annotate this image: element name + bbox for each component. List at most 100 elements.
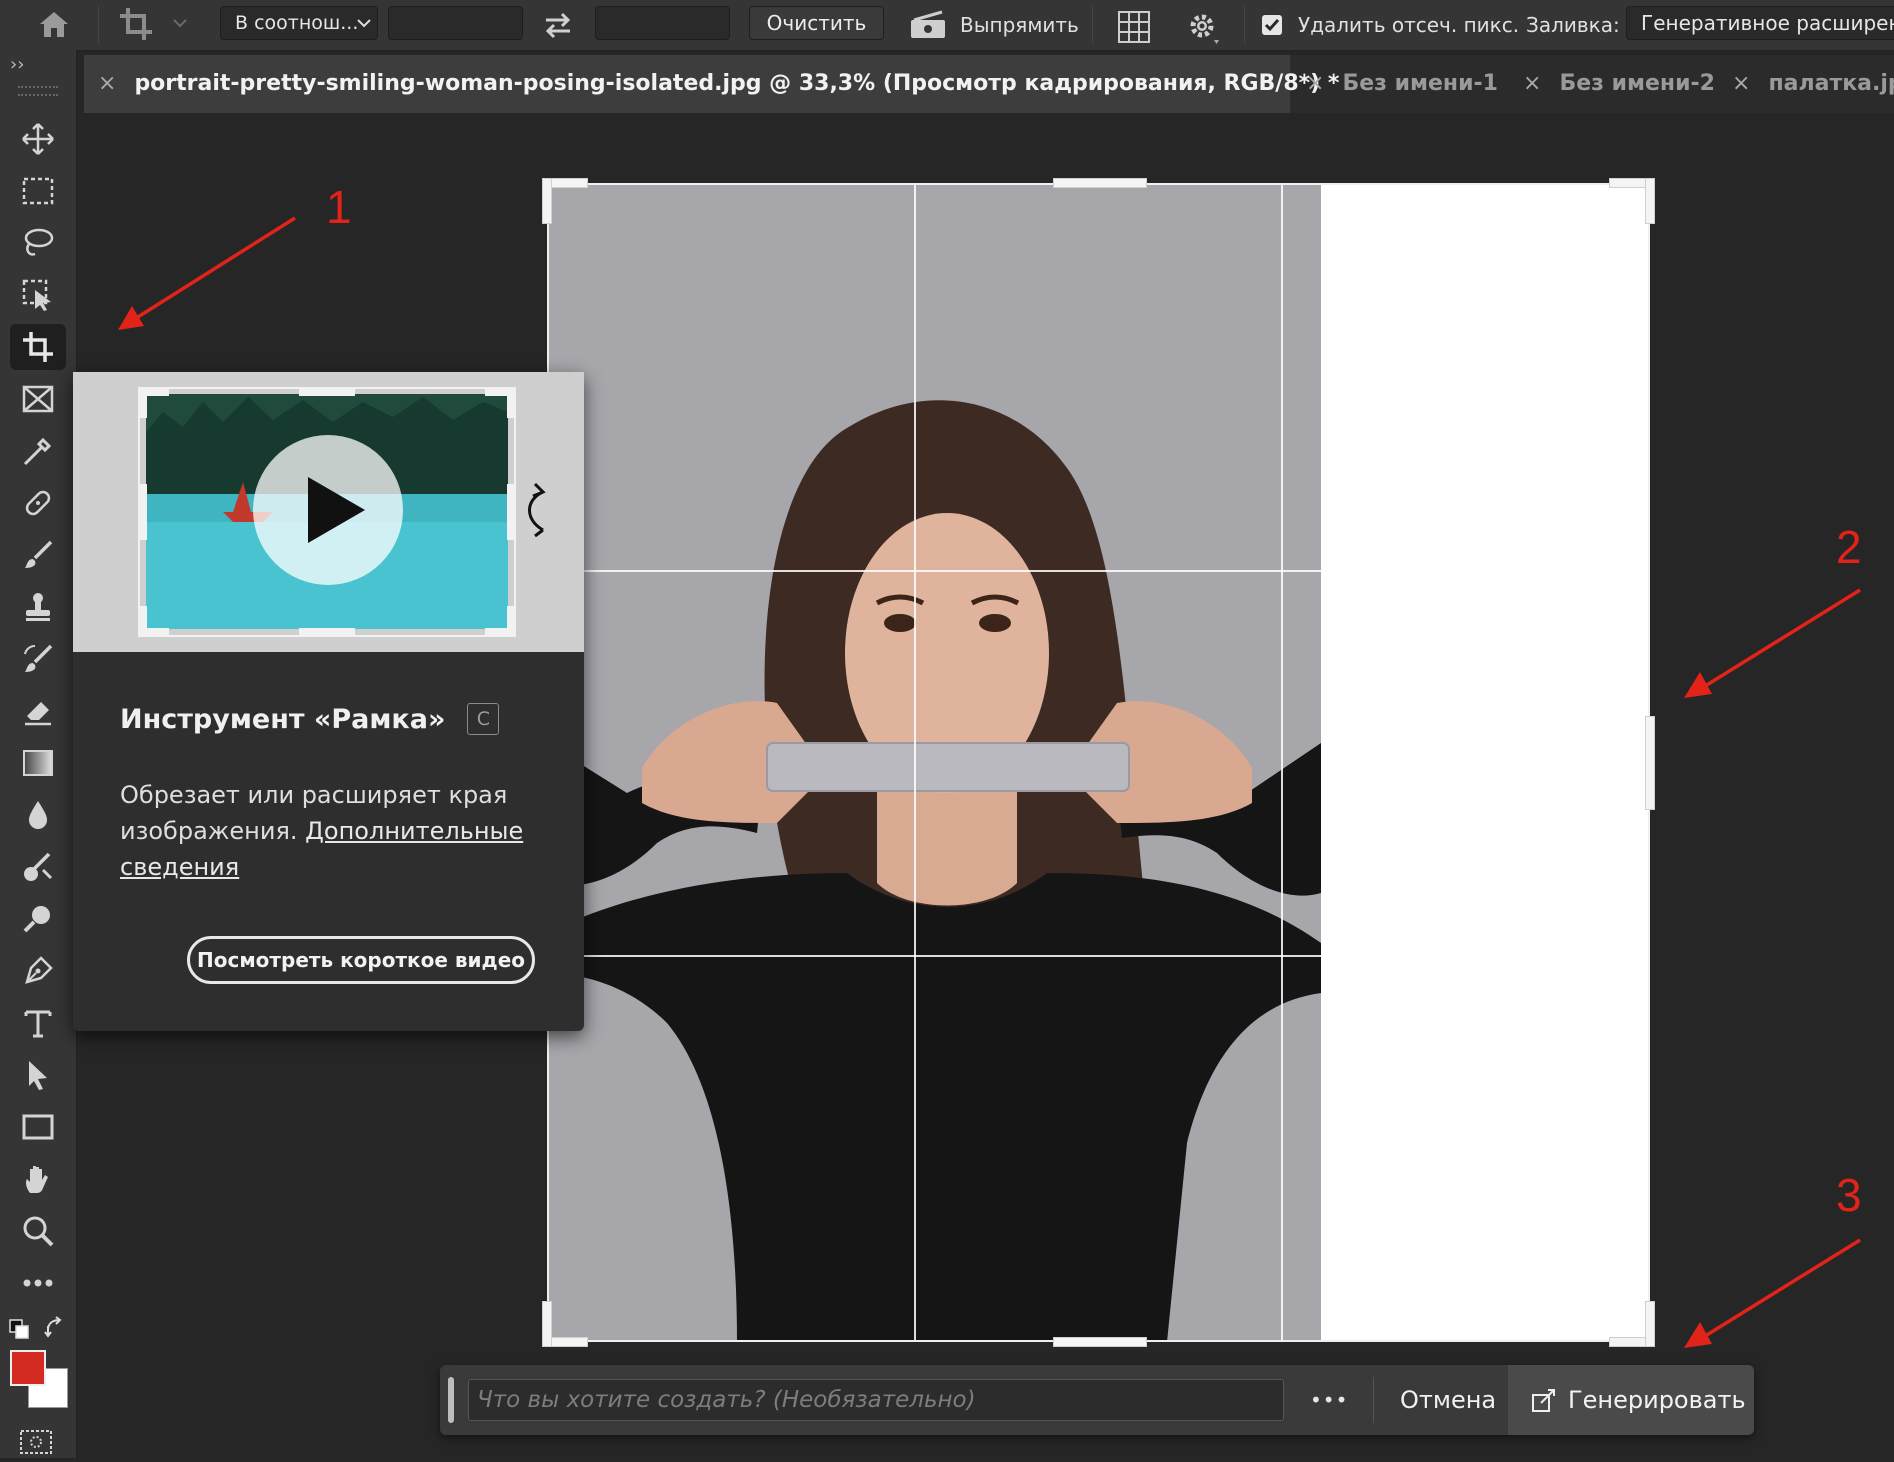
pen-tool[interactable] <box>10 948 66 994</box>
crop-handle-bottom-left[interactable] <box>542 1301 552 1347</box>
tooltip-video-preview[interactable] <box>73 372 584 652</box>
annotation-arrow-3 <box>1684 1238 1861 1348</box>
crop-handle-bottom[interactable] <box>1053 1337 1147 1347</box>
zoom-tool[interactable] <box>10 1208 66 1254</box>
close-icon[interactable]: × <box>1306 71 1324 96</box>
crop-handle-top[interactable] <box>1053 178 1147 188</box>
generate-icon <box>1532 1389 1555 1412</box>
object-selection-tool[interactable] <box>10 272 66 318</box>
home-icon[interactable] <box>36 8 72 44</box>
crop-frame[interactable] <box>547 183 1650 1342</box>
separator <box>98 6 99 44</box>
move-tool[interactable] <box>10 116 66 162</box>
tooltip-title: Инструмент «Рамка» <box>120 703 446 735</box>
crop-handle-top-right[interactable] <box>1645 178 1655 224</box>
width-field[interactable] <box>388 6 523 40</box>
task-bar-grip[interactable] <box>448 1377 454 1423</box>
tab-document-untitled-1[interactable]: × Без имени-1 <box>1292 55 1516 113</box>
generate-button[interactable]: Генерировать <box>1508 1365 1754 1435</box>
expand-panel-icon[interactable]: ›› <box>10 54 24 75</box>
fill-select[interactable]: Генеративное расширени <box>1626 6 1894 40</box>
separator <box>1092 6 1093 44</box>
watch-video-label: Посмотреть короткое видео <box>196 948 526 972</box>
object-selection-icon <box>22 279 51 311</box>
tab-document-untitled-2[interactable]: × Без имени-2 <box>1509 55 1733 113</box>
close-icon[interactable]: × <box>98 71 116 96</box>
straighten-label[interactable]: Выпрямить <box>960 0 1079 50</box>
tab-document-tent[interactable]: × палатка.jpg <box>1718 55 1894 113</box>
delete-cropped-checkbox[interactable] <box>1262 15 1282 35</box>
drop-icon <box>29 801 47 829</box>
tools-panel: ›› <box>0 50 77 1458</box>
close-icon[interactable]: × <box>1732 71 1750 96</box>
zoom-lens-tool[interactable] <box>10 896 66 942</box>
more-dots-icon <box>23 1279 53 1287</box>
quick-mask-icon[interactable] <box>18 1428 54 1462</box>
annotation-arrow-1 <box>118 216 296 330</box>
crop-handle-bottom-right[interactable] <box>1645 1301 1655 1347</box>
lasso-tool[interactable] <box>10 220 66 266</box>
delete-cropped-label[interactable]: Удалить отсеч. пикс. <box>1298 0 1519 50</box>
frame-tool[interactable] <box>10 376 66 422</box>
prompt-input[interactable]: Что вы хотите создать? (Необязательно) <box>468 1379 1284 1421</box>
grid-overlay-icon[interactable] <box>1116 9 1152 49</box>
foreground-color-swatch[interactable] <box>10 1350 46 1386</box>
dodge-tool[interactable] <box>10 844 66 890</box>
dodge-icon <box>24 852 53 881</box>
arrow-cursor-icon <box>29 1061 47 1090</box>
gear-icon[interactable] <box>1184 8 1222 50</box>
lasso-icon <box>24 228 54 256</box>
more-tools[interactable] <box>10 1260 66 1306</box>
tab-label: Без имени-2 <box>1559 71 1715 96</box>
checkmark-icon <box>1264 19 1280 32</box>
cancel-button[interactable]: Отмена <box>1400 1365 1496 1435</box>
contextual-task-bar: Что вы хотите создать? (Необязательно) •… <box>440 1365 1754 1435</box>
separator <box>1373 1377 1374 1423</box>
tooltip-title-row: Инструмент «Рамка» C <box>120 702 500 736</box>
chevron-down-icon <box>357 19 371 28</box>
default-colors-icon[interactable] <box>8 1318 30 1344</box>
path-selection-tool[interactable] <box>10 1052 66 1098</box>
crop-handle-top-left[interactable] <box>542 178 552 224</box>
video-thumbnail <box>138 387 546 637</box>
more-options-button[interactable]: ••• <box>1310 1365 1348 1435</box>
crop-canvas[interactable] <box>547 183 1650 1342</box>
type-tool[interactable] <box>10 1000 66 1046</box>
separator <box>1244 6 1245 44</box>
swap-icon[interactable] <box>542 10 574 44</box>
crop-tool[interactable] <box>10 324 66 370</box>
history-brush-tool[interactable] <box>10 636 66 682</box>
marquee-tool[interactable] <box>10 168 66 214</box>
blur-tool[interactable] <box>10 792 66 838</box>
hand-tool[interactable] <box>10 1156 66 1202</box>
height-field[interactable] <box>595 6 730 40</box>
clone-stamp-tool[interactable] <box>10 584 66 630</box>
options-bar: В соотнош... Очистить Выпрямить Удалить … <box>0 0 1894 51</box>
fill-label: Заливка: <box>1526 13 1620 37</box>
document-tab-bar: × portrait-pretty-smiling-woman-posing-is… <box>84 55 1894 113</box>
tab-document-portrait[interactable]: × portrait-pretty-smiling-woman-posing-is… <box>84 55 1339 113</box>
ratio-select-value: В соотнош... <box>235 12 359 34</box>
tab-label: Без имени-1 <box>1342 71 1498 96</box>
straighten-icon[interactable] <box>908 8 948 46</box>
clear-button[interactable]: Очистить <box>749 6 884 40</box>
move-icon <box>22 123 54 155</box>
ratio-select[interactable]: В соотнош... <box>220 6 378 40</box>
watch-video-button[interactable]: Посмотреть короткое видео <box>187 936 535 984</box>
gradient-icon <box>23 750 53 776</box>
healing-brush-tool[interactable] <box>10 480 66 526</box>
generate-label: Генерировать <box>1568 1386 1746 1414</box>
annotation-number-1: 1 <box>326 181 352 233</box>
swap-colors-icon[interactable] <box>44 1316 68 1344</box>
crop-tool-preset-icon[interactable] <box>118 6 188 46</box>
eraser-icon <box>25 702 51 726</box>
close-icon[interactable]: × <box>1523 71 1541 96</box>
eyedropper-tool[interactable] <box>10 428 66 474</box>
panel-grip[interactable] <box>18 86 58 96</box>
tab-label: палатка.jpg <box>1768 71 1894 96</box>
brush-tool[interactable] <box>10 532 66 578</box>
rectangle-tool[interactable] <box>10 1104 66 1150</box>
eraser-tool[interactable] <box>10 688 66 734</box>
crop-handle-right[interactable] <box>1645 716 1655 810</box>
gradient-tool[interactable] <box>10 740 66 786</box>
